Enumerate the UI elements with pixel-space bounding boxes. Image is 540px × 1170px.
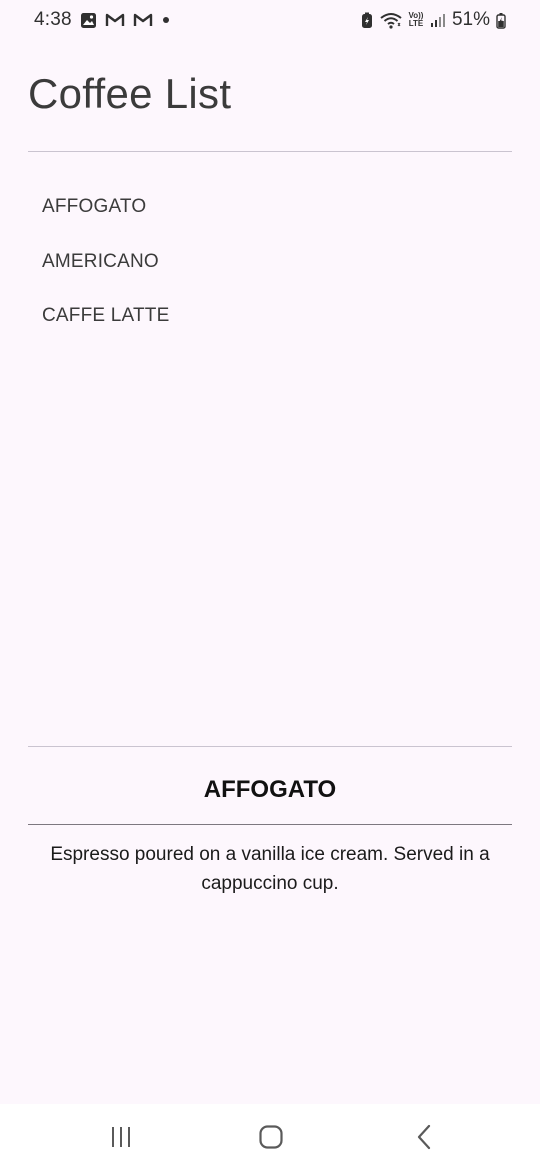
status-bar: 4:38 Vo)) LTE 51%: [0, 0, 540, 40]
volte-label: Vo)) LTE: [408, 11, 424, 28]
gmail-icon: [105, 12, 125, 28]
wifi-icon: [380, 12, 402, 29]
home-button[interactable]: [251, 1122, 291, 1152]
dot-icon: [161, 15, 171, 25]
gmail-icon: [133, 12, 153, 28]
page-title: Coffee List: [28, 70, 232, 117]
header-divider: [28, 151, 512, 152]
coffee-list: AFFOGATO AMERICANO CAFFE LATTE: [0, 180, 540, 344]
status-left: 4:38: [34, 9, 171, 31]
recent-apps-icon: [109, 1126, 133, 1148]
home-icon: [258, 1124, 284, 1150]
detail-title: AFFOGATO: [203, 776, 337, 803]
volte-icon: Vo)) LTE: [408, 12, 424, 28]
status-time: 4:38: [34, 9, 72, 30]
battery-percentage: 51%: [451, 9, 490, 30]
status-right: Vo)) LTE 51%: [360, 9, 506, 31]
list-item-affogato[interactable]: AFFOGATO: [0, 180, 540, 235]
battery-saver-icon: [360, 12, 374, 29]
detail-title-divider: [28, 824, 512, 825]
signal-icon: [430, 12, 446, 28]
back-button[interactable]: [404, 1122, 444, 1152]
gallery-icon: [80, 12, 97, 29]
detail-top-divider: [28, 746, 512, 747]
recent-apps-button[interactable]: [101, 1122, 141, 1152]
list-item-americano[interactable]: AMERICANO: [0, 235, 540, 290]
back-icon: [415, 1124, 433, 1150]
list-item-caffe-latte[interactable]: CAFFE LATTE: [0, 289, 540, 344]
detail-description: Espresso poured on a vanilla ice cream. …: [50, 844, 490, 894]
navigation-bar: [0, 1104, 540, 1170]
battery-icon: [496, 12, 506, 29]
